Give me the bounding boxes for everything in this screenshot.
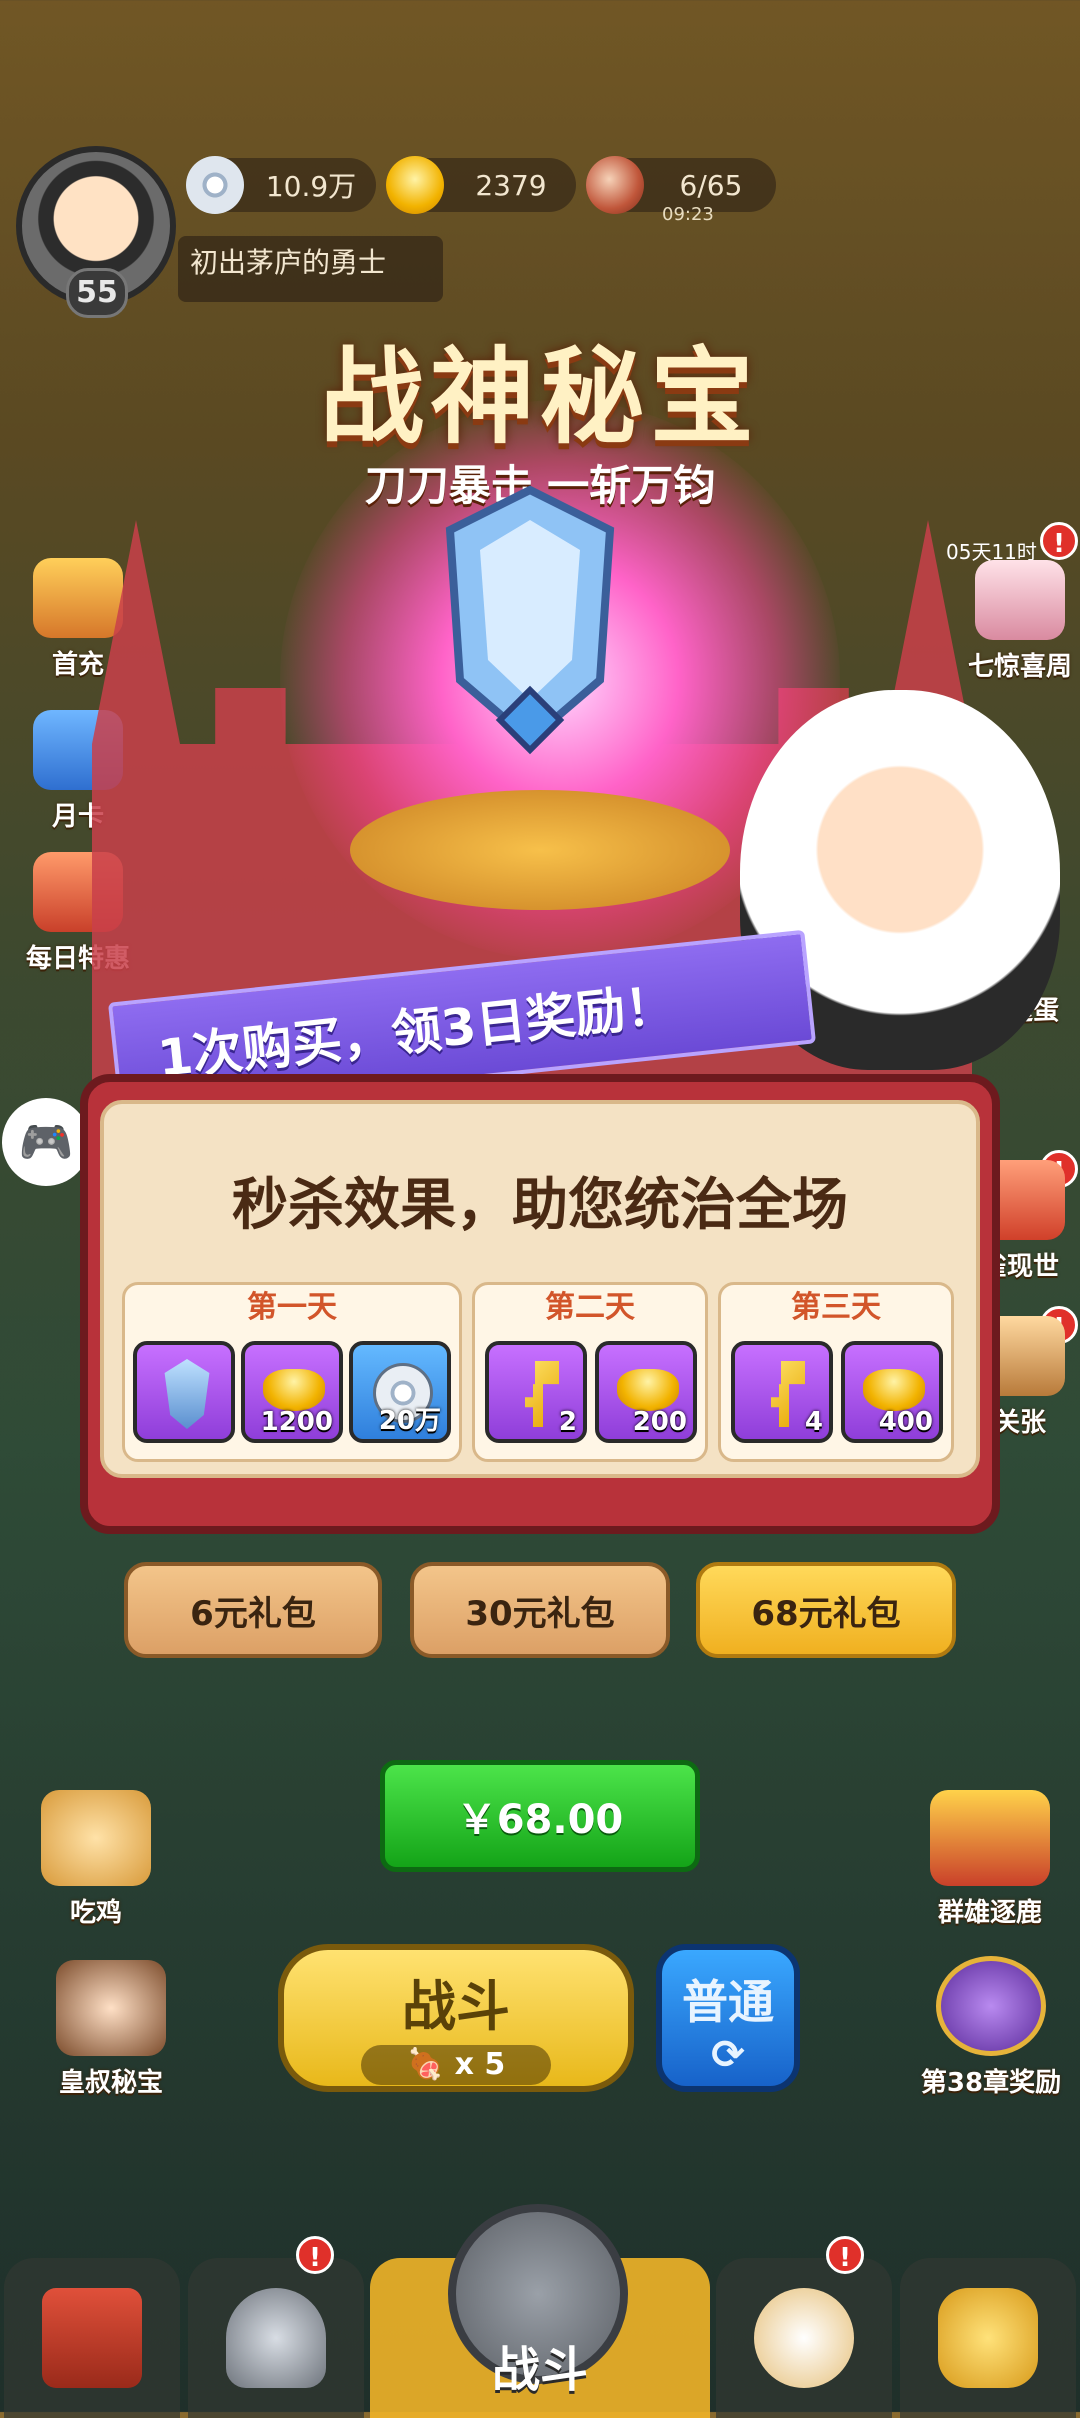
reward-qty: 400: [878, 1407, 933, 1437]
day-label: 第一天: [247, 1290, 337, 1325]
nav-tab-upgrade[interactable]: [900, 2258, 1076, 2418]
first-recharge-icon: [33, 558, 123, 638]
reward-qty: 4: [804, 1407, 823, 1437]
treasure-pile: [350, 790, 730, 910]
package-tab-30[interactable]: 30元礼包: [410, 1562, 670, 1658]
player-level-badge: 55: [66, 268, 128, 318]
key-icon: [525, 1361, 559, 1427]
banner-title: 战神秘宝: [319, 336, 760, 458]
refresh-icon: ⟳: [711, 2032, 745, 2078]
package-tab-68[interactable]: 68元礼包: [696, 1562, 956, 1658]
key-icon: [771, 1361, 805, 1427]
nav-battle-label: 战斗: [491, 2342, 588, 2398]
hero-roster-icon: [754, 2288, 854, 2388]
gamepad-float-button[interactable]: 🎮: [2, 1098, 90, 1186]
day-card-2: 第二天 2 200: [472, 1282, 708, 1462]
gold-ingot-icon: [386, 156, 444, 214]
reward-item[interactable]: 200: [595, 1341, 697, 1443]
reward-headline: 秒杀效果，助您统治全场: [232, 1173, 848, 1238]
battle-label: 战斗: [402, 1975, 510, 2038]
mode-label: 普通: [682, 1975, 774, 2029]
upgrade-arrow-icon: [938, 2288, 1038, 2388]
uncle-hero-icon: [56, 1960, 166, 2056]
gold-ingot-icon: [617, 1369, 679, 1411]
side-item-label: 群雄逐鹿: [937, 1898, 1042, 1928]
reward-item[interactable]: [133, 1341, 235, 1443]
side-item-heroes-race[interactable]: 群雄逐鹿: [910, 1790, 1070, 1929]
notification-dot: !: [826, 2236, 864, 2274]
battle-button[interactable]: 战斗 🍖 x 5: [278, 1944, 634, 2092]
player-title: 初出茅庐的勇士: [178, 236, 443, 302]
reward-item[interactable]: 2: [485, 1341, 587, 1443]
reward-qty: 1200: [260, 1407, 333, 1437]
stamina-value: 6/65: [679, 168, 743, 202]
meat-icon: 🍖: [406, 2047, 445, 2082]
side-item-uncle-treasure[interactable]: 皇叔秘宝: [36, 1960, 186, 2099]
day-label: 第二天: [545, 1290, 635, 1325]
stamina-timer: 09:23: [662, 204, 714, 225]
silver-value: 10.9万: [265, 170, 357, 203]
side-item-weekly-surprise[interactable]: 七惊喜周: [960, 560, 1080, 683]
notification-dot: !: [296, 2236, 334, 2274]
buy-button[interactable]: ￥68.00: [380, 1760, 700, 1872]
reward-qty: 200: [632, 1407, 687, 1437]
side-item-label: 皇叔秘宝: [58, 2068, 163, 2098]
nav-tab-heroes[interactable]: [716, 2258, 892, 2418]
side-item-chapter-reward[interactable]: 第38章奖励: [906, 1956, 1076, 2099]
side-item-label: 第38章奖励: [920, 2068, 1062, 2098]
gold-ingot-icon: [263, 1369, 325, 1411]
side-item-label: 七惊喜周: [967, 652, 1072, 682]
banner-scroll-icon: [930, 1790, 1050, 1886]
gold-counter[interactable]: 2379: [386, 156, 576, 214]
notification-dot: !: [1040, 522, 1078, 560]
silver-counter[interactable]: 10.9万: [186, 156, 376, 214]
meat-icon: [586, 156, 644, 214]
nav-tab-shop[interactable]: [4, 2258, 180, 2418]
gamepad-icon: 🎮: [18, 1117, 74, 1168]
legendary-helmet-icon: [445, 485, 615, 755]
reward-item[interactable]: 1200: [241, 1341, 343, 1443]
reward-qty: 2: [558, 1407, 577, 1437]
shop-gate-icon: [42, 2288, 142, 2388]
reward-qty: 20万: [378, 1406, 441, 1436]
nav-tab-equipment[interactable]: [188, 2258, 364, 2418]
reward-item[interactable]: 400: [841, 1341, 943, 1443]
chicken-hero-icon: [41, 1790, 151, 1886]
battle-cost: 🍖 x 5: [361, 2045, 551, 2085]
gold-ingot-icon: [863, 1369, 925, 1411]
day-label: 第三天: [791, 1290, 881, 1325]
reward-item[interactable]: 20万: [349, 1341, 451, 1443]
day-card-1: 第一天 1200 20万: [122, 1282, 462, 1462]
helmet-icon: [164, 1359, 210, 1429]
gold-value: 2379: [475, 168, 547, 202]
side-item-chicken[interactable]: 吃鸡: [36, 1790, 156, 1929]
chapter-reward-icon: [936, 1956, 1046, 2056]
reward-item[interactable]: 4: [731, 1341, 833, 1443]
day-card-3: 第三天 4 400: [718, 1282, 954, 1462]
battle-cost-value: x 5: [454, 2047, 506, 2082]
surprise-icon: [975, 560, 1065, 640]
difficulty-mode-button[interactable]: 普通 ⟳: [656, 1944, 800, 2092]
side-item-label: 吃鸡: [69, 1898, 122, 1928]
package-tab-6[interactable]: 6元礼包: [124, 1562, 382, 1658]
silver-coin-icon: [186, 156, 244, 214]
armor-helmet-icon: [226, 2288, 326, 2388]
